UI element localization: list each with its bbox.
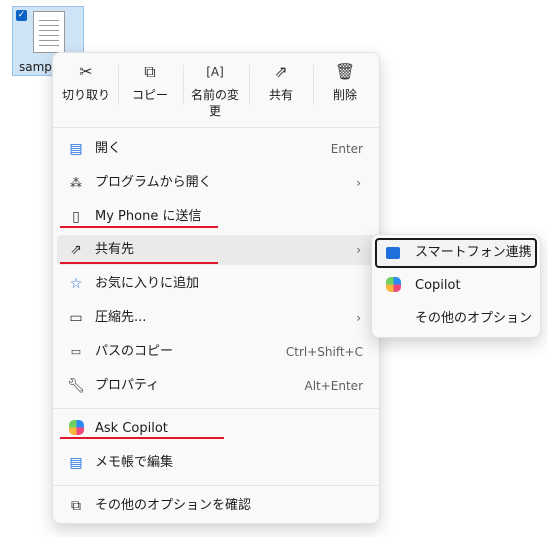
chevron-right-icon: › bbox=[356, 243, 361, 257]
compress-label: 圧縮先... bbox=[95, 310, 147, 325]
submenu-item-phone-link[interactable]: スマートフォン連携 bbox=[375, 238, 537, 268]
menu-separator bbox=[53, 408, 379, 409]
more-options-label: その他のオプションを確認 bbox=[95, 498, 252, 513]
properties-label: プロパティ bbox=[95, 378, 160, 393]
menu-item-open[interactable]: ▤ 開く Enter bbox=[57, 134, 375, 164]
menu-item-add-favorites[interactable]: ☆ お気に入りに追加 bbox=[57, 269, 375, 299]
menu-item-share-to[interactable]: ⇗ 共有先 › bbox=[57, 235, 375, 265]
send-to-phone-label: My Phone に送信 bbox=[95, 209, 202, 224]
menu-separator bbox=[53, 485, 379, 486]
menu-item-edit-notepad[interactable]: ▤ メモ帳で編集 bbox=[57, 448, 375, 478]
chevron-right-icon: › bbox=[356, 176, 361, 190]
selected-checkbox[interactable]: ✓ bbox=[16, 10, 27, 21]
menu-item-more-options[interactable]: ⧉ その他のオプションを確認 bbox=[57, 491, 375, 521]
file-name: samp bbox=[19, 60, 52, 74]
submenu-item-other-options[interactable]: その他のオプション bbox=[375, 304, 537, 334]
ask-copilot-label: Ask Copilot bbox=[95, 421, 168, 436]
open-shortcut: Enter bbox=[330, 142, 363, 156]
add-favorites-label: お気に入りに追加 bbox=[95, 276, 200, 291]
share-button[interactable]: ⇗ 共有 bbox=[252, 61, 310, 103]
menu-item-open-with[interactable]: ⁂ プログラムから開く › bbox=[57, 168, 375, 198]
copy-path-label: パスのコピー bbox=[95, 344, 174, 359]
copilot-icon bbox=[67, 420, 85, 438]
open-label: 開く bbox=[95, 141, 122, 156]
wrench-icon: 🔧︎ bbox=[67, 378, 85, 394]
copy-path-icon: ▭ bbox=[70, 345, 82, 358]
menu-item-compress[interactable]: ▭ 圧縮先... › bbox=[57, 303, 375, 333]
share-icon: ⇗ bbox=[70, 242, 82, 258]
open-with-label: プログラムから開く bbox=[95, 175, 212, 190]
share-icon: ⇗ bbox=[274, 62, 288, 81]
external-options-icon: ⧉ bbox=[71, 498, 81, 514]
rename-icon: [A] bbox=[206, 65, 224, 79]
delete-button[interactable]: 🗑 削除 bbox=[316, 61, 374, 103]
copilot-label: Copilot bbox=[415, 278, 461, 293]
copy-path-shortcut: Ctrl+Shift+C bbox=[285, 345, 363, 359]
share-label: 共有 bbox=[268, 88, 293, 102]
submenu-item-copilot[interactable]: Copilot bbox=[375, 271, 537, 301]
open-with-icon: ⁂ bbox=[70, 176, 82, 190]
phone-link-label: スマートフォン連携 bbox=[415, 245, 532, 260]
menu-item-copy-path[interactable]: ▭ パスのコピー Ctrl+Shift+C bbox=[57, 337, 375, 367]
notepad-icon: ▤ bbox=[69, 455, 83, 471]
text-file-icon bbox=[33, 11, 65, 53]
menu-item-properties[interactable]: 🔧︎ プロパティ Alt+Enter bbox=[57, 371, 375, 401]
annotation-underline-send-to-phone bbox=[60, 226, 218, 228]
zip-folder-icon: ▭ bbox=[69, 310, 83, 326]
menu-toolbar: ✂ 切り取り ⧉ コピー [A] 名前の変 更 ⇗ 共有 🗑 削除 bbox=[53, 53, 379, 128]
chevron-right-icon: › bbox=[356, 311, 361, 325]
other-options-label: その他のオプション bbox=[415, 311, 533, 326]
delete-label: 削除 bbox=[332, 88, 357, 102]
properties-shortcut: Alt+Enter bbox=[304, 379, 363, 393]
copy-icon: ⧉ bbox=[144, 62, 156, 81]
cut-button[interactable]: ✂ 切り取り bbox=[57, 61, 115, 103]
rename-button[interactable]: [A] 名前の変 更 bbox=[186, 61, 244, 119]
annotation-underline-ask-copilot bbox=[60, 437, 224, 439]
edit-notepad-label: メモ帳で編集 bbox=[95, 455, 174, 470]
copy-label: コピー bbox=[131, 88, 168, 102]
phone-link-icon bbox=[386, 244, 402, 260]
context-menu: ✂ 切り取り ⧉ コピー [A] 名前の変 更 ⇗ 共有 🗑 削除 ▤ 開く E… bbox=[52, 52, 380, 524]
trash-icon: 🗑 bbox=[334, 62, 356, 81]
star-icon: ☆ bbox=[69, 276, 83, 292]
annotation-underline-share-to bbox=[60, 262, 218, 264]
copilot-icon bbox=[386, 277, 402, 293]
scissors-icon: ✂ bbox=[79, 62, 93, 81]
copy-button[interactable]: ⧉ コピー bbox=[121, 61, 179, 103]
rename-label: 名前の変 更 bbox=[190, 88, 239, 118]
notepad-icon: ▤ bbox=[69, 141, 83, 157]
share-submenu: スマートフォン連携 Copilot その他のオプション bbox=[371, 234, 541, 338]
cut-label: 切り取り bbox=[61, 88, 110, 102]
share-to-label: 共有先 bbox=[95, 242, 135, 257]
phone-icon: ▯ bbox=[72, 209, 80, 225]
menu-item-ask-copilot[interactable]: Ask Copilot bbox=[57, 414, 375, 444]
